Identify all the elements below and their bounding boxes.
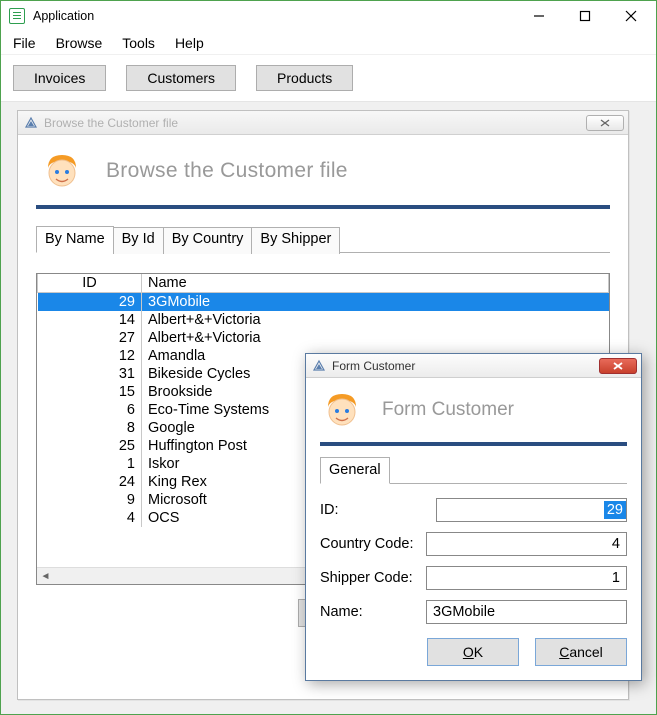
invoices-button[interactable]: Invoices [13,65,106,91]
tab-general[interactable]: General [320,457,390,484]
tool-bar: Invoices Customers Products [1,55,656,102]
tab-by-id[interactable]: By Id [113,227,164,254]
col-name[interactable]: Name [142,274,609,293]
app-icon [9,8,25,24]
minimize-button[interactable] [516,1,562,31]
cell-name: Albert+&+Victoria [142,329,609,347]
customers-button[interactable]: Customers [126,65,236,91]
cell-id: 31 [38,365,142,383]
accent-bar [320,442,627,446]
label-id: ID: [320,502,436,518]
tab-by-name[interactable]: By Name [36,226,114,253]
label-name: Name: [320,604,426,620]
cell-id: 9 [38,491,142,509]
menu-tools[interactable]: Tools [114,33,163,53]
products-button[interactable]: Products [256,65,353,91]
main-window: Application File Browse Tools Help Invoi… [0,0,657,715]
cell-id: 25 [38,437,142,455]
window-title: Application [33,9,94,23]
menu-browse[interactable]: Browse [48,33,111,53]
cell-id: 6 [38,401,142,419]
menu-help[interactable]: Help [167,33,212,53]
person-icon [42,151,82,191]
accent-bar [36,205,610,209]
client-area: Browse the Customer file Browse the Cust… [1,102,656,714]
ok-button[interactable]: OK [427,638,519,666]
main-title-bar: Application [1,1,656,31]
cell-id: 24 [38,473,142,491]
table-row[interactable]: 293GMobile [38,293,609,312]
table-row[interactable]: 14Albert+&+Victoria [38,311,609,329]
label-shipper: Shipper Code: [320,570,426,586]
tab-by-shipper[interactable]: By Shipper [251,227,340,254]
cancel-button[interactable]: Cancel [535,638,627,666]
tab-by-country[interactable]: By Country [163,227,253,254]
shipper-field[interactable] [426,566,627,590]
cell-id: 14 [38,311,142,329]
cell-id: 29 [38,293,142,312]
scroll-left-icon[interactable]: ◄ [37,568,54,585]
close-button[interactable] [608,1,654,31]
country-field[interactable] [426,532,627,556]
form-heading: Form Customer [382,399,514,421]
cell-id: 12 [38,347,142,365]
form-title-bar[interactable]: Form Customer [306,354,641,378]
form-close-button[interactable] [599,358,637,374]
window-controls [516,1,654,31]
id-field[interactable]: 29 [436,498,627,522]
label-country: Country Code: [320,536,426,552]
form-customer-window: Form Customer Form Customer General [305,353,642,681]
cell-id: 1 [38,455,142,473]
cell-id: 4 [38,509,142,527]
name-field[interactable] [426,600,627,624]
table-row[interactable]: 27Albert+&+Victoria [38,329,609,347]
menu-bar: File Browse Tools Help [1,31,656,55]
cell-name: Albert+&+Victoria [142,311,609,329]
browse-heading: Browse the Customer file [106,159,348,183]
menu-file[interactable]: File [5,33,44,53]
col-id[interactable]: ID [38,274,142,293]
cell-id: 15 [38,383,142,401]
person-icon [322,390,362,430]
browse-title-bar[interactable]: Browse the Customer file [18,111,628,135]
cell-id: 8 [38,419,142,437]
triangle-icon [312,359,326,373]
browse-close-button[interactable] [586,115,624,131]
maximize-button[interactable] [562,1,608,31]
cell-id: 27 [38,329,142,347]
triangle-icon [24,116,38,130]
browse-window-title: Browse the Customer file [44,116,178,130]
cell-name: 3GMobile [142,293,609,312]
browse-tabs: By Name By Id By Country By Shipper [36,225,610,253]
form-window-title: Form Customer [332,359,415,373]
